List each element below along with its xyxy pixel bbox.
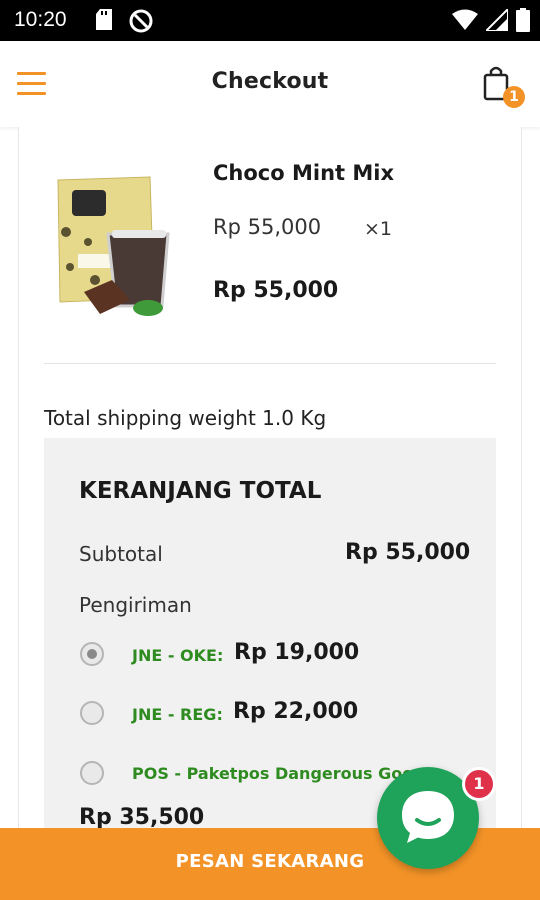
status-time: 10:20: [14, 8, 67, 31]
shipping-radio-jne-reg[interactable]: [80, 701, 104, 725]
chat-unread-badge: 1: [462, 767, 496, 801]
shipping-option-price: Rp 19,000: [234, 640, 360, 665]
product-unit-price: Rp 55,000: [213, 215, 322, 239]
signal-icon: [486, 9, 508, 31]
subtotal-label: Subtotal: [79, 542, 163, 566]
product-name[interactable]: Choco Mint Mix: [213, 161, 394, 185]
status-bar: 10:20: [0, 0, 540, 41]
product-line-total: Rp 55,000: [213, 278, 339, 303]
product-image[interactable]: [50, 172, 175, 318]
sd-card-icon: [96, 9, 112, 30]
shipping-label: Pengiriman: [79, 593, 192, 617]
shipping-option-name[interactable]: JNE - REG:: [132, 705, 223, 724]
shipping-radio-pos[interactable]: [80, 761, 104, 785]
product-quantity: ×1: [364, 218, 393, 240]
shipping-weight: Total shipping weight 1.0 Kg: [44, 406, 327, 430]
battery-icon: [516, 8, 530, 32]
page-title: Checkout: [211, 69, 329, 94]
subtotal-value: Rp 55,000: [345, 540, 471, 565]
shipping-radio-jne-oke[interactable]: [80, 642, 104, 666]
cart-count-badge: 1: [503, 86, 525, 108]
wifi-icon: [452, 9, 478, 30]
app-bar: Checkout: [0, 41, 540, 127]
status-icons: [452, 8, 530, 32]
shipping-option-price: Rp 22,000: [233, 699, 359, 724]
shipping-option-name[interactable]: POS - Paketpos Dangerous Goods:: [132, 764, 415, 783]
sync-icon: [129, 9, 153, 33]
shipping-option-price: Rp 35,500: [79, 805, 205, 830]
shipping-option-clip: POS - Paketpos Dangerous Goods:: [130, 760, 415, 790]
cart-totals-heading: KERANJANG TOTAL: [79, 478, 322, 504]
shipping-option-name[interactable]: JNE - OKE:: [132, 646, 223, 665]
divider: [44, 363, 496, 364]
